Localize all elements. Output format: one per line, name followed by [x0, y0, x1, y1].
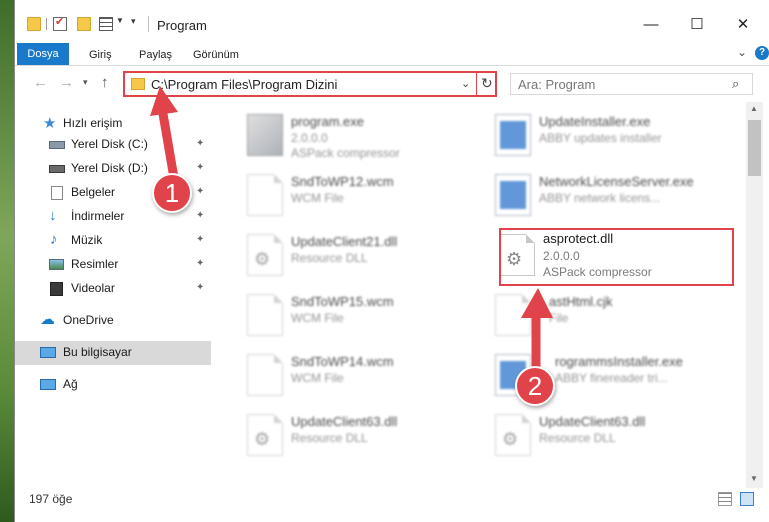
search-placeholder: Ara: Program	[518, 77, 596, 92]
dll-gears-icon: ⚙	[247, 414, 283, 456]
sidebar-item-videos[interactable]: Videolar ✦	[15, 277, 211, 301]
document-icon	[495, 294, 531, 336]
properties-icon[interactable]	[53, 15, 67, 31]
help-icon[interactable]: ?	[755, 46, 769, 60]
list-item[interactable]: SndToWP14.wcm WCM File	[225, 346, 465, 402]
vertical-scrollbar[interactable]: ▲ ▼	[746, 102, 763, 488]
tab-file[interactable]: Dosya	[17, 43, 69, 65]
details-view-icon[interactable]	[718, 492, 732, 506]
view-list-icon[interactable]	[99, 17, 113, 31]
pin-icon[interactable]: ✦	[196, 162, 204, 173]
navigation-bar: ← → ▾ ↑ C:\Program Files\Program Dizini …	[15, 66, 769, 102]
pin-icon[interactable]: ✦	[196, 258, 204, 269]
refresh-button[interactable]: ↻	[481, 75, 493, 92]
computer-icon	[40, 347, 56, 358]
folder-icon	[131, 78, 145, 90]
navigation-pane: ★ Hızlı erişim Yerel Disk (C:) ✦ Yerel D…	[15, 102, 211, 488]
documents-icon	[51, 186, 63, 200]
drive-icon	[49, 165, 65, 173]
step-callout-2: 2	[515, 366, 555, 406]
cloud-icon: ☁	[40, 311, 55, 328]
download-icon: ↓	[49, 207, 57, 224]
recent-locations-button[interactable]: ▾	[83, 77, 88, 88]
tab-share[interactable]: Paylaş	[131, 44, 180, 66]
dll-gears-icon: ⚙	[247, 234, 283, 276]
app-icon	[495, 174, 531, 216]
pin-icon[interactable]: ✦	[196, 186, 204, 197]
search-input[interactable]: Ara: Program ⌕	[510, 73, 753, 95]
chevron-down-icon[interactable]: ⌄	[461, 77, 470, 90]
address-separator	[476, 73, 477, 95]
tab-home[interactable]: Giriş	[81, 44, 120, 66]
selected-file-highlight	[499, 228, 734, 286]
maximize-button[interactable]: ☐	[675, 12, 719, 38]
document-icon	[247, 174, 283, 216]
list-item[interactable]: SndToWP12.wcm WCM File	[225, 166, 465, 222]
large-icons-view-icon[interactable]	[740, 492, 754, 506]
close-button[interactable]: ✕	[721, 12, 765, 38]
search-icon[interactable]: ⌕	[732, 76, 739, 92]
list-item[interactable]: UpdateInstaller.exe ABBY updates install…	[473, 106, 713, 162]
pin-icon[interactable]: ✦	[196, 282, 204, 293]
scroll-up-icon[interactable]: ▲	[750, 104, 758, 113]
document-icon	[247, 294, 283, 336]
folder-icon[interactable]	[27, 17, 41, 31]
status-bar: 197 öğe	[15, 488, 769, 522]
sidebar-item-network[interactable]: Ağ	[15, 373, 211, 397]
scroll-thumb[interactable]	[748, 120, 761, 176]
chevron-down-icon[interactable]: ⌄	[737, 45, 747, 59]
sidebar-item-disk-c[interactable]: Yerel Disk (C:) ✦	[15, 133, 211, 157]
pin-icon[interactable]: ✦	[196, 138, 204, 149]
step-callout-1: 1	[152, 173, 192, 213]
list-item[interactable]: astHtml.cjk File	[473, 286, 713, 342]
back-button[interactable]: ←	[33, 74, 48, 91]
new-folder-icon[interactable]	[77, 17, 91, 31]
item-count: 197 öğe	[29, 492, 73, 506]
list-item[interactable]: program.exe 2.0.0.0 ASPack compressor	[225, 106, 465, 162]
customize-toolbar-icon[interactable]: ▾	[131, 16, 136, 27]
list-item[interactable]: ⚙ UpdateClient63.dll Resource DLL	[473, 406, 713, 462]
tab-view[interactable]: Görünüm	[185, 44, 247, 66]
pictures-icon	[49, 259, 64, 270]
exe-icon	[247, 114, 283, 156]
video-icon	[50, 282, 63, 296]
ribbon-tabs: Dosya Giriş Paylaş Görünüm ⌄ ?	[15, 40, 769, 66]
music-icon: ♪	[50, 231, 58, 248]
star-icon: ★	[43, 115, 57, 132]
network-icon	[40, 379, 56, 390]
drive-icon	[49, 141, 65, 149]
chevron-down-icon[interactable]: ▼	[116, 16, 124, 25]
title-separator	[148, 16, 149, 32]
up-button[interactable]: ↑	[101, 74, 109, 91]
document-icon	[247, 354, 283, 396]
address-bar[interactable]: C:\Program Files\Program Dizini ⌄ ↻	[123, 71, 497, 97]
sidebar-item-onedrive[interactable]: ☁ OneDrive	[15, 309, 211, 333]
list-item[interactable]: NetworkLicenseServer.exe ABBY network li…	[473, 166, 713, 222]
list-item[interactable]: SndToWP15.wcm WCM File	[225, 286, 465, 342]
file-explorer-window: ▼ ▾ Program — ☐ ✕ Dosya Giriş Paylaş Gör…	[14, 0, 769, 522]
sidebar-item-pictures[interactable]: Resimler ✦	[15, 253, 211, 277]
file-list: program.exe 2.0.0.0 ASPack compressor Sn…	[211, 102, 746, 488]
forward-button[interactable]: →	[59, 74, 74, 91]
list-item[interactable]: ⚙ UpdateClient21.dll Resource DLL	[225, 226, 465, 282]
window-title: Program	[157, 18, 207, 33]
list-item[interactable]: rogrammsInstaller.exe ABBY finereader tr…	[473, 346, 713, 402]
dll-gears-icon: ⚙	[495, 414, 531, 456]
scroll-down-icon[interactable]: ▼	[750, 474, 758, 483]
sidebar-item-music[interactable]: ♪ Müzik ✦	[15, 229, 211, 253]
toolbar-separator	[46, 18, 47, 30]
sidebar-item-this-pc[interactable]: Bu bilgisayar	[15, 341, 211, 365]
address-path[interactable]: C:\Program Files\Program Dizini	[151, 77, 337, 92]
list-item[interactable]: ⚙ UpdateClient63.dll Resource DLL	[225, 406, 465, 462]
title-bar: ▼ ▾ Program — ☐ ✕	[15, 0, 769, 40]
pin-icon[interactable]: ✦	[196, 234, 204, 245]
minimize-button[interactable]: —	[629, 12, 673, 38]
pin-icon[interactable]: ✦	[196, 210, 204, 221]
app-icon	[495, 114, 531, 156]
